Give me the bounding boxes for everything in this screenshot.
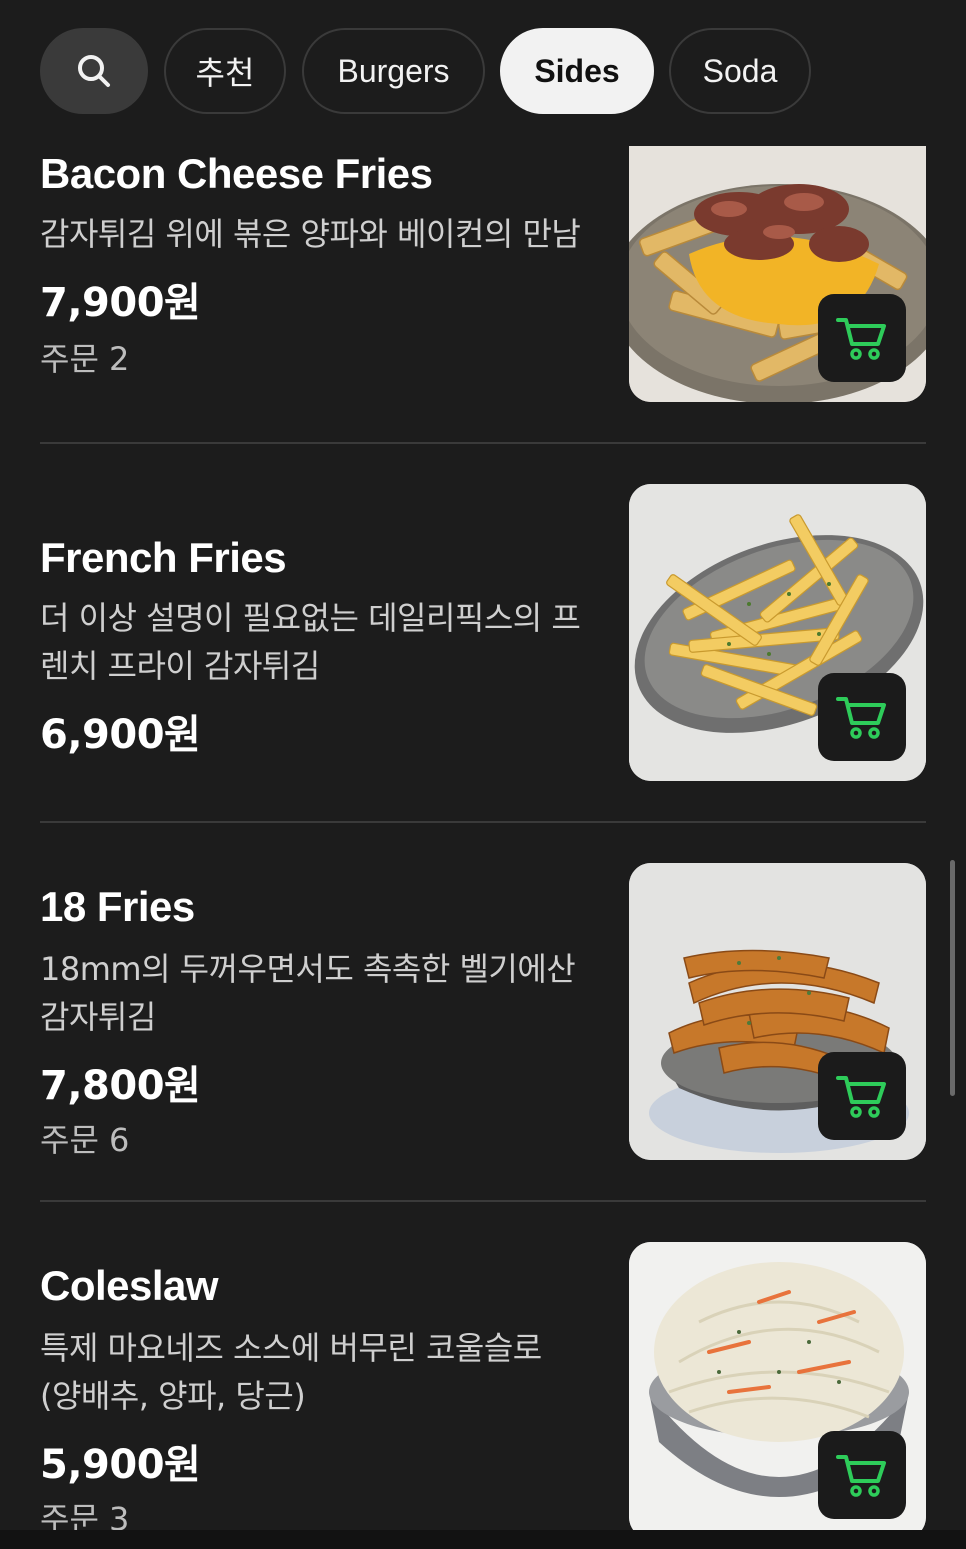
item-name: 18 Fries (40, 883, 195, 930)
tab-burgers[interactable]: Burgers (302, 28, 485, 114)
cart-icon (836, 1455, 886, 1497)
tab-soda[interactable]: Soda (669, 28, 811, 114)
item-order-count: 주문 2 (40, 340, 130, 378)
tab-recommended[interactable]: 추천 (164, 28, 286, 114)
search-icon (78, 55, 110, 87)
item-description: 감자튀김 위에 볶은 양파와 베이컨의 만남 (40, 215, 581, 253)
item-name: Bacon Cheese Fries (40, 150, 433, 197)
item-price: 7,900원 (40, 280, 201, 326)
menu-item[interactable]: French Fries 더 이상 설명이 필요없는 데일리픽스의 프렌치 프라… (0, 444, 966, 822)
item-photo[interactable] (629, 863, 926, 1160)
item-description: 더 이상 설명이 필요없는 데일리픽스의 프렌치 프라이 감자튀김 (40, 599, 581, 685)
menu-item[interactable]: 18 Fries 18mm의 두꺼우면서도 촉촉한 벨기에산 감자튀김 7,80… (0, 823, 966, 1201)
item-price: 6,900원 (40, 712, 201, 758)
item-name: Coleslaw (40, 1262, 219, 1309)
cart-icon (836, 318, 886, 360)
category-bar: 추천 Burgers Sides Soda (0, 0, 966, 146)
cart-icon (836, 697, 886, 739)
add-to-cart-button[interactable] (818, 1431, 906, 1519)
bottom-edge (0, 1530, 966, 1549)
item-photo[interactable] (629, 104, 926, 402)
item-description: 18mm의 두꺼우면서도 촉촉한 벨기에산 감자튀김 (40, 950, 576, 1036)
item-order-count: 주문 6 (40, 1121, 130, 1159)
search-button[interactable] (40, 28, 148, 114)
tab-label: Burgers (337, 52, 450, 89)
tab-label: 추천 (195, 55, 255, 91)
item-price: 5,900원 (40, 1442, 201, 1488)
tab-label: Soda (702, 52, 778, 89)
tab-sides[interactable]: Sides (500, 28, 654, 114)
cart-icon (836, 1076, 886, 1118)
menu-list[interactable]: Bacon Cheese Fries 감자튀김 위에 볶은 양파와 베이컨의 만… (0, 0, 966, 1530)
tab-label: Sides (534, 52, 620, 89)
add-to-cart-button[interactable] (818, 673, 906, 761)
item-photo[interactable] (629, 1242, 926, 1530)
item-price: 7,800원 (40, 1063, 201, 1109)
item-description: 특제 마요네즈 소스에 버무린 코울슬로 (양배추, 양파, 당근) (40, 1329, 542, 1415)
add-to-cart-button[interactable] (818, 294, 906, 382)
scrollbar[interactable] (950, 860, 955, 1096)
menu-item[interactable]: Coleslaw 특제 마요네즈 소스에 버무린 코울슬로 (양배추, 양파, … (0, 1202, 966, 1530)
add-to-cart-button[interactable] (818, 1052, 906, 1140)
item-photo[interactable] (629, 484, 926, 781)
item-order-count: 주문 3 (40, 1500, 130, 1530)
item-name: French Fries (40, 534, 287, 581)
